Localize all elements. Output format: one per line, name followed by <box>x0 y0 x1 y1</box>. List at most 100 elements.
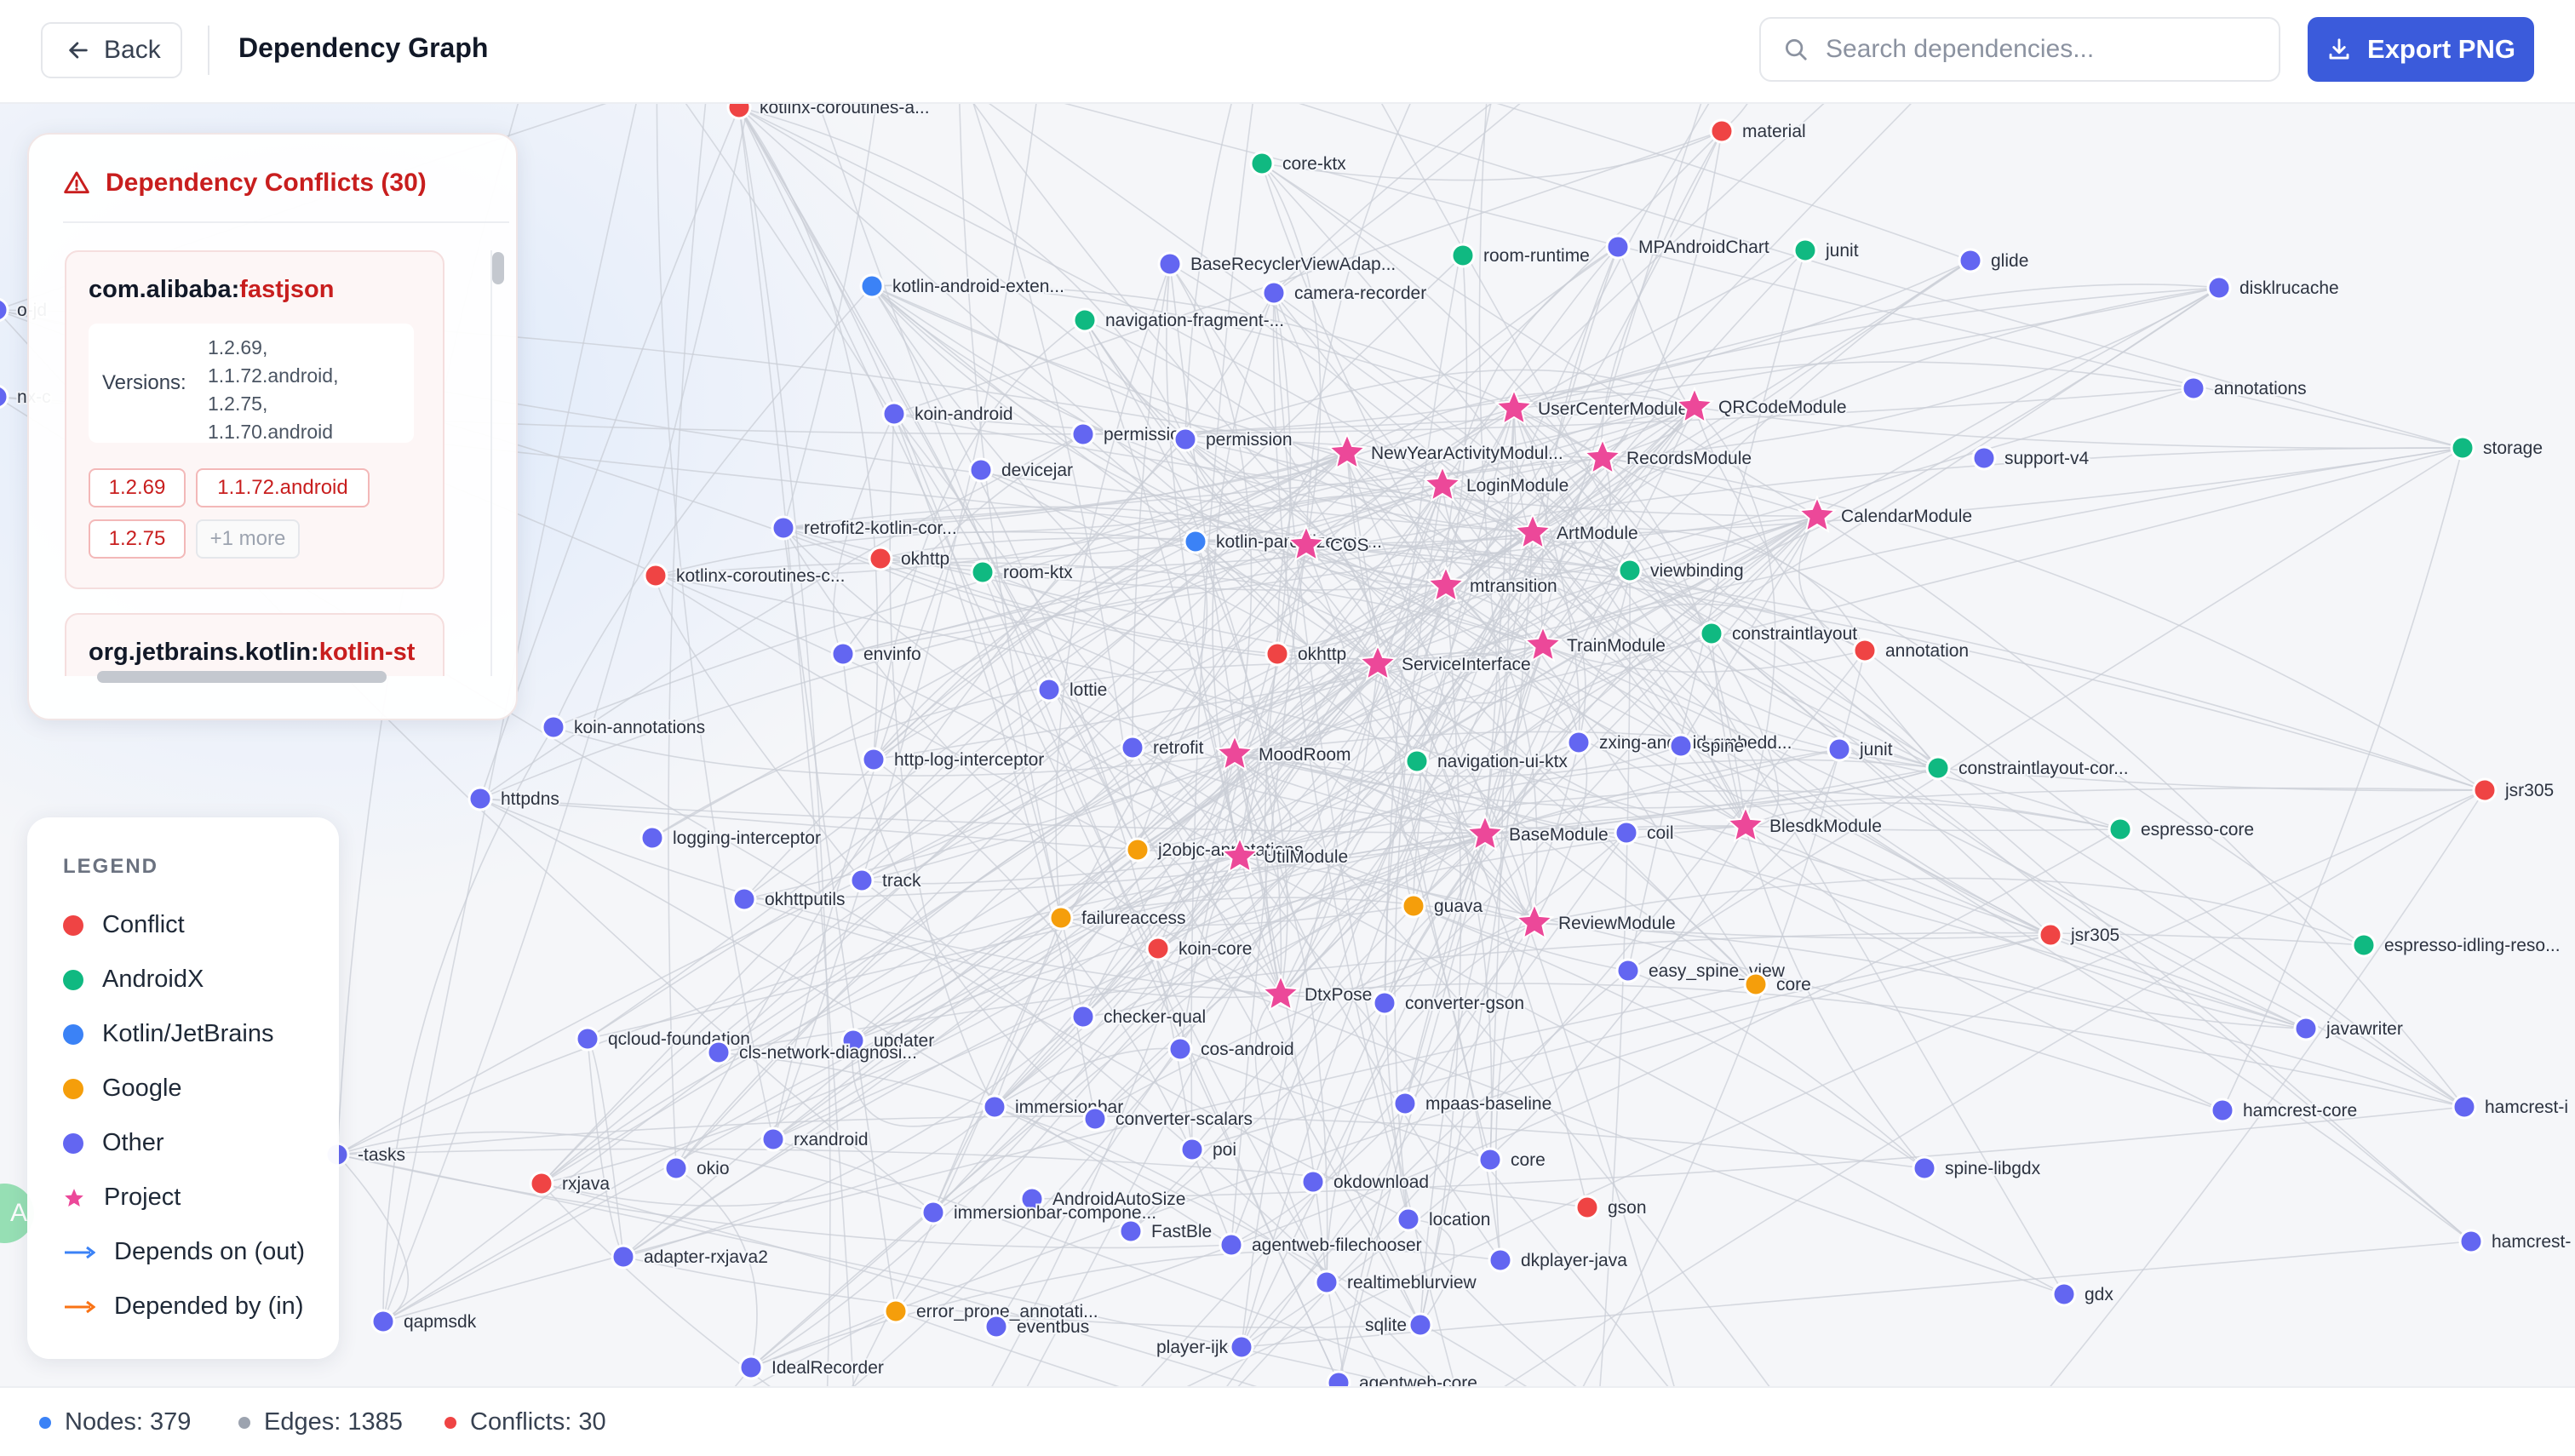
dependency-node[interactable]: mpaas-baseline <box>1392 1091 1553 1116</box>
dependency-node[interactable]: location <box>1396 1207 1492 1232</box>
node-dot[interactable] <box>1477 1147 1503 1172</box>
node-dot[interactable] <box>1157 251 1183 277</box>
dependency-node[interactable]: disklrucache <box>2206 275 2341 301</box>
node-dot[interactable] <box>1326 1370 1351 1386</box>
node-dot[interactable] <box>541 714 566 740</box>
dependency-node[interactable]: hamcrest-i <box>2452 1094 2570 1120</box>
node-dot[interactable] <box>1120 735 1145 760</box>
node-dot[interactable] <box>1048 905 1074 931</box>
project-node[interactable]: DtxPose <box>1260 973 1374 1012</box>
node-dot[interactable] <box>861 747 886 772</box>
node-dot[interactable] <box>1450 243 1476 268</box>
dependency-node[interactable]: camera-recorder <box>1261 280 1428 306</box>
node-dot[interactable] <box>1401 893 1426 919</box>
node-dot[interactable] <box>529 1171 554 1196</box>
node-dot[interactable] <box>1605 234 1631 260</box>
node-dot[interactable] <box>2351 932 2377 958</box>
conflict-list[interactable]: com.alibaba:fastjson Versions: 1.2.69, 1… <box>29 250 489 676</box>
dependency-node[interactable]: retrofit <box>1120 735 1206 760</box>
dependency-node[interactable]: rxjava <box>529 1171 611 1196</box>
node-dot[interactable] <box>706 1040 731 1065</box>
dependency-node[interactable]: qapmsdk <box>370 1309 479 1334</box>
node-dot[interactable] <box>2452 1094 2477 1120</box>
dependency-node[interactable]: okhttp <box>868 546 951 571</box>
node-dot[interactable] <box>1912 1155 1937 1181</box>
node-dot[interactable] <box>859 273 885 299</box>
dependency-node[interactable]: koin-android <box>881 401 1015 427</box>
node-dot[interactable] <box>1070 421 1096 447</box>
dependency-node[interactable]: cls-network-diagnosi... <box>706 1040 919 1065</box>
conflict-list-scrollbar[interactable] <box>492 252 504 284</box>
dependency-node[interactable]: material <box>1709 118 1808 144</box>
node-dot[interactable] <box>1574 1195 1600 1220</box>
node-dot[interactable] <box>830 641 856 667</box>
conflict-list-scrollbar-track[interactable] <box>490 250 508 676</box>
dependency-node[interactable]: eventbus <box>984 1314 1091 1339</box>
node-dot[interactable] <box>611 1244 636 1270</box>
node-dot[interactable] <box>738 1355 764 1380</box>
node-dot[interactable] <box>1229 1334 1254 1360</box>
project-node[interactable]: BlesdkModule <box>1725 805 1884 843</box>
node-dot[interactable] <box>1792 238 1818 263</box>
dependency-node[interactable]: jsr305 <box>2472 777 2555 803</box>
node-dot[interactable] <box>1072 307 1098 333</box>
dependency-node[interactable]: hamcrest- <box>2458 1229 2572 1254</box>
version-chip[interactable]: 1.2.69 <box>89 468 186 507</box>
more-versions-chip[interactable]: +1 more <box>196 519 300 559</box>
export-png-button[interactable]: Export PNG <box>2308 17 2534 82</box>
node-dot[interactable] <box>2210 1098 2235 1123</box>
node-dot[interactable] <box>1118 1218 1144 1244</box>
dependency-node[interactable]: gson <box>1574 1195 1649 1220</box>
node-dot[interactable] <box>1300 1169 1326 1195</box>
node-dot[interactable] <box>1314 1270 1339 1295</box>
dependency-node[interactable]: spine-libgdx <box>1912 1155 2043 1181</box>
version-chip[interactable]: 1.1.72.android <box>196 468 370 507</box>
dependency-node[interactable]: navigation-fragment-... <box>1072 307 1286 333</box>
node-dot[interactable] <box>1082 1106 1108 1132</box>
node-dot[interactable] <box>1249 151 1275 176</box>
dependency-node[interactable]: guava <box>1401 893 1485 919</box>
node-dot[interactable] <box>370 1309 396 1334</box>
node-dot[interactable] <box>663 1155 689 1181</box>
dependency-node[interactable]: spine <box>1668 733 1746 759</box>
node-dot[interactable] <box>0 298 9 322</box>
dependency-node[interactable]: failureaccess <box>1048 905 1188 931</box>
dependency-node[interactable]: jsr305 <box>2038 922 2121 948</box>
node-dot[interactable] <box>639 825 665 851</box>
node-dot[interactable] <box>771 515 796 541</box>
node-dot[interactable] <box>968 457 994 483</box>
dependency-node[interactable]: gdx <box>2051 1281 2115 1307</box>
node-dot[interactable] <box>1827 737 1852 762</box>
search-input[interactable] <box>1824 34 2253 65</box>
node-dot[interactable] <box>970 559 995 585</box>
dependency-node[interactable]: junit <box>1827 737 1895 762</box>
node-dot[interactable] <box>1958 248 1983 273</box>
node-dot[interactable] <box>1925 755 1951 781</box>
node-dot[interactable] <box>1261 280 1287 306</box>
node-dot[interactable] <box>2450 435 2475 461</box>
node-dot[interactable] <box>1145 936 1171 961</box>
dependency-node[interactable]: permission <box>1173 427 1294 452</box>
dependency-node[interactable]: espresso-core <box>2108 817 2256 842</box>
node-dot[interactable] <box>2051 1281 2077 1307</box>
search-box[interactable] <box>1759 17 2280 82</box>
node-dot[interactable] <box>920 1200 946 1225</box>
dependency-node[interactable]: storage <box>2450 435 2544 461</box>
dependency-node[interactable]: dkplayer-java <box>1488 1247 1629 1273</box>
dependency-node[interactable]: coil <box>1614 820 1676 846</box>
dependency-node[interactable]: lottie <box>1036 677 1109 702</box>
dependency-node[interactable]: converter-gson <box>1372 990 1526 1016</box>
dependency-node[interactable]: espresso-idling-reso... <box>2351 932 2562 958</box>
dependency-node[interactable]: envinfo <box>830 641 923 667</box>
dependency-node[interactable]: koin-core <box>1145 936 1253 961</box>
version-chip[interactable]: 1.2.75 <box>89 519 186 559</box>
dependency-node[interactable]: okhttputils <box>731 886 847 912</box>
node-dot[interactable] <box>1617 558 1643 583</box>
node-dot[interactable] <box>1396 1207 1421 1232</box>
node-dot[interactable] <box>1852 638 1878 663</box>
dependency-node[interactable]: IdealRecorder <box>738 1355 886 1380</box>
node-dot[interactable] <box>1566 730 1591 755</box>
node-dot[interactable] <box>726 104 752 120</box>
node-dot[interactable] <box>883 1298 909 1324</box>
conflict-card[interactable]: com.alibaba:fastjson Versions: 1.2.69, 1… <box>65 250 444 589</box>
